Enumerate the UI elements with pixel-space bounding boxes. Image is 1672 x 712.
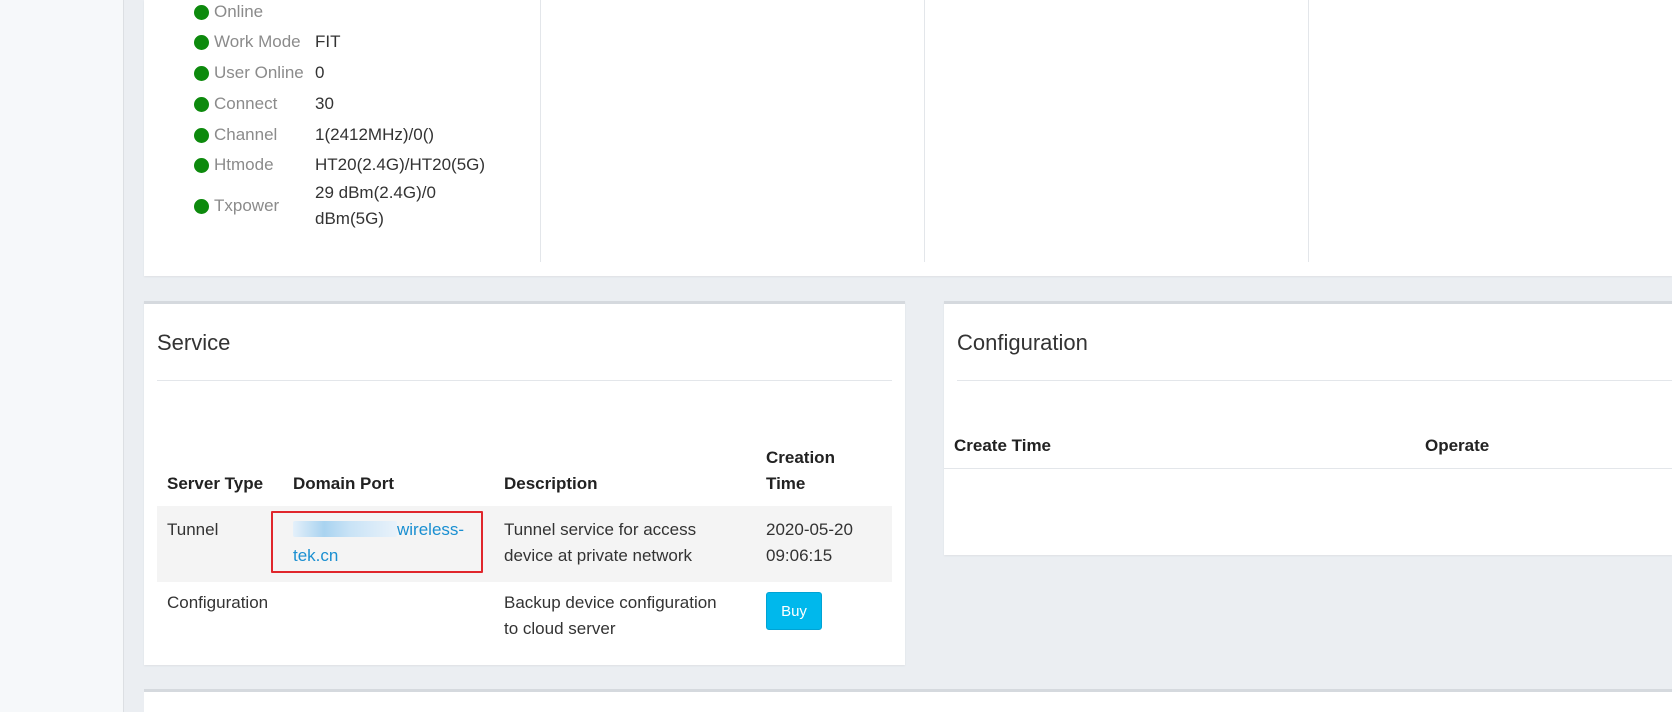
column-header-server-type: Server Type [167,474,264,493]
cell-server-type: Tunnel [167,520,219,539]
creation-clock: 09:06:15 [766,546,833,565]
cell-description: Tunnel service for access device at priv… [504,517,696,569]
status-label: User Online [214,63,304,82]
column-header-creation-time: Creation Time [766,445,835,497]
panel-divider [957,380,1672,381]
status-label: Work Mode [214,32,301,51]
txpower-value-line1: 29 dBm(2.4G)/0 [315,183,436,202]
status-value: HT20(2.4G)/HT20(5G) [315,155,486,174]
column-header-create-time: Create Time [954,436,1052,455]
description-line2: to cloud server [504,619,616,638]
panel-title: Configuration [957,330,1088,355]
table-header-divider [944,468,1672,469]
status-value: 30 [315,94,334,113]
status-row-htmode: Htmode HT20(2.4G)/HT20(5G) [194,151,534,179]
status-row-txpower: Txpower 29 dBm(2.4G)/0 dBm(5G) [194,180,534,232]
status-value: FIT [315,32,341,51]
column-divider [540,0,541,262]
status-value: 1(2412MHz)/0() [315,125,435,144]
status-dot-icon [194,96,209,112]
status-row-online: Online [194,0,534,26]
status-dot-icon [194,65,209,81]
status-dot-icon [194,157,209,173]
status-row-work-mode: Work Mode FIT [194,28,534,56]
column-header-domain-port: Domain Port [293,474,395,493]
status-label: Channel [214,125,278,144]
creation-date: 2020-05-20 [766,520,853,539]
status-label: Online [214,2,264,21]
status-dot-icon [194,127,209,143]
status-row-connect: Connect 30 [194,90,534,118]
header-line: Creation [766,448,835,467]
status-label: Connect [214,94,278,113]
status-value: 29 dBm(2.4G)/0 dBm(5G) [315,180,436,232]
cell-description: Backup device configuration to cloud ser… [504,590,717,642]
status-dot-icon [194,198,209,214]
panel-divider [157,380,892,381]
column-header-description: Description [504,474,598,493]
cell-server-type: Configuration [167,593,269,612]
column-divider [1308,0,1309,262]
status-dot-icon [194,34,209,50]
description-line1: Backup device configuration [504,593,717,612]
status-row-user-online: User Online 0 [194,59,534,87]
cell-creation-time: 2020-05-20 09:06:15 [766,517,853,569]
status-label: Txpower [214,196,280,215]
online-status-dot-icon [194,4,209,20]
column-divider [924,0,925,262]
sidebar [0,0,124,712]
description-line1: Tunnel service for access [504,520,697,539]
status-row-channel: Channel 1(2412MHz)/0() [194,121,534,149]
service-panel: Service Server Type Domain Port Descript… [144,301,905,665]
description-line2: device at private network [504,546,693,565]
column-header-operate: Operate [1425,436,1490,455]
next-panel [144,689,1672,712]
buy-button[interactable]: Buy [766,592,822,630]
txpower-value-line2: dBm(5G) [315,209,384,228]
status-label: Htmode [214,155,274,174]
configuration-panel: Configuration Create Time Operate [944,301,1672,555]
header-line: Time [766,474,806,493]
status-value: 0 [315,63,325,82]
panel-title: Service [157,330,231,355]
highlight-box [271,511,483,573]
